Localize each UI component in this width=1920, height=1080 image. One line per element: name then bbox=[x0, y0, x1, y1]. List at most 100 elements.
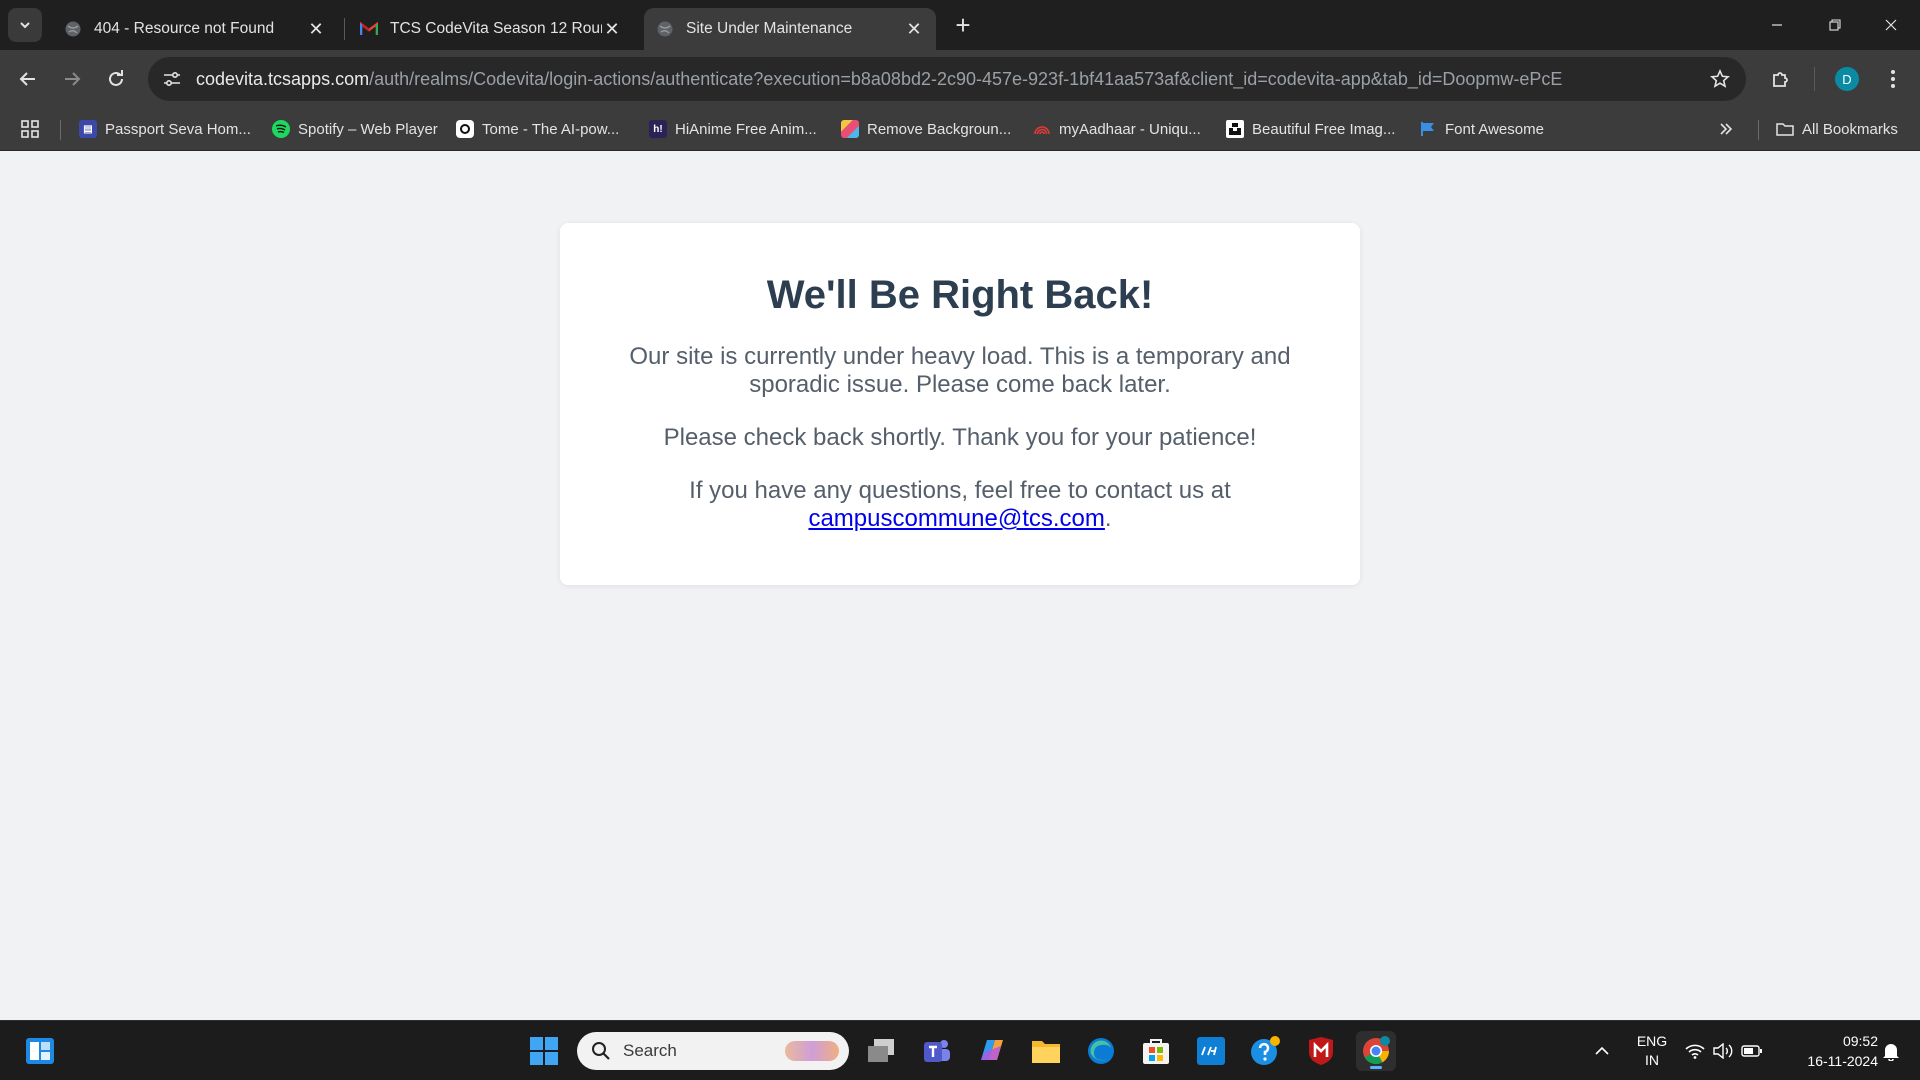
store-icon bbox=[1143, 1039, 1169, 1064]
bookmarks-divider bbox=[60, 120, 61, 140]
tome-icon bbox=[456, 120, 474, 138]
show-hidden-icons-button[interactable] bbox=[1590, 1021, 1614, 1080]
more-vertical-icon bbox=[1891, 70, 1895, 88]
puzzle-icon bbox=[1773, 72, 1788, 87]
tab-search-button[interactable] bbox=[8, 8, 42, 42]
url-text[interactable]: codevita.tcsapps.com/auth/realms/Codevit… bbox=[196, 57, 1562, 101]
reload-button[interactable] bbox=[96, 59, 136, 99]
teams-button[interactable] bbox=[916, 1031, 956, 1071]
bookmark-label: Font Awesome bbox=[1445, 120, 1544, 138]
bookmark-label: HiAnime Free Anim... bbox=[675, 120, 817, 138]
bookmark-tome[interactable]: Tome - The AI-pow... bbox=[456, 116, 619, 142]
bookmark-label: myAadhaar - Uniqu... bbox=[1059, 120, 1201, 138]
minimize-button[interactable] bbox=[1748, 0, 1806, 50]
tab-tcs-codevita[interactable]: TCS CodeVita Season 12 Round ✕ bbox=[348, 8, 634, 50]
maintenance-card: We'll Be Right Back! Our site is current… bbox=[560, 223, 1360, 585]
bookmark-font-awesome[interactable]: Font Awesome bbox=[1419, 116, 1544, 142]
input-language-button[interactable]: ENG IN bbox=[1630, 1021, 1674, 1080]
bookmark-passport-seva[interactable]: ▤ Passport Seva Hom... bbox=[79, 116, 251, 142]
chevron-up-icon bbox=[1595, 1046, 1609, 1055]
bookmark-star-icon[interactable] bbox=[1708, 67, 1732, 91]
windows-logo-icon bbox=[530, 1037, 558, 1065]
search-highlight-art bbox=[785, 1041, 839, 1061]
bookmark-myaadhaar[interactable]: myAadhaar - Uniqu... bbox=[1033, 116, 1201, 142]
bookmark-label: Passport Seva Hom... bbox=[105, 120, 251, 138]
myhp-button[interactable] bbox=[1191, 1031, 1231, 1071]
back-button[interactable] bbox=[8, 59, 48, 99]
edge-button[interactable] bbox=[1081, 1031, 1121, 1071]
file-explorer-button[interactable] bbox=[1026, 1031, 1066, 1071]
apps-grid-icon bbox=[21, 120, 39, 138]
task-view-button[interactable] bbox=[861, 1031, 901, 1071]
clock-date: 16-11-2024 bbox=[1807, 1053, 1878, 1069]
url-host: codevita.tcsapps.com bbox=[196, 69, 370, 89]
tab-close-icon[interactable]: ✕ bbox=[306, 19, 326, 39]
widgets-button[interactable] bbox=[20, 1031, 60, 1071]
bookmark-label: Beautiful Free Imag... bbox=[1252, 120, 1396, 138]
new-tab-button[interactable]: + bbox=[948, 10, 978, 40]
reload-icon bbox=[109, 70, 123, 86]
menu-button[interactable] bbox=[1873, 59, 1913, 99]
spotify-icon bbox=[272, 120, 290, 138]
copilot-button[interactable] bbox=[971, 1031, 1011, 1071]
toolbar-divider bbox=[1814, 67, 1815, 91]
flag-icon bbox=[1419, 120, 1437, 138]
folder-icon bbox=[1776, 120, 1794, 138]
region-code: IN bbox=[1645, 1052, 1659, 1068]
title-bar: 404 - Resource not Found ✕ TCS CodeVita … bbox=[0, 0, 1920, 50]
passport-icon: ▤ bbox=[79, 120, 97, 138]
forward-button[interactable] bbox=[52, 59, 92, 99]
notifications-button[interactable] bbox=[1874, 1021, 1908, 1080]
contact-suffix: . bbox=[1104, 505, 1112, 532]
tab-title: TCS CodeVita Season 12 Round bbox=[390, 20, 602, 37]
bookmark-spotify[interactable]: Spotify – Web Player bbox=[272, 116, 438, 142]
tab-title: 404 - Resource not Found bbox=[94, 20, 275, 37]
teams-icon bbox=[924, 1040, 950, 1062]
clock-time: 09:52 bbox=[1842, 1033, 1878, 1049]
clock-button[interactable]: 09:52 16-11-2024 bbox=[1774, 1021, 1878, 1080]
get-help-button[interactable] bbox=[1246, 1031, 1286, 1071]
all-bookmarks-button[interactable]: All Bookmarks bbox=[1776, 116, 1898, 142]
quick-settings-button[interactable] bbox=[1684, 1021, 1764, 1080]
restore-button[interactable] bbox=[1806, 0, 1864, 50]
apps-button[interactable] bbox=[20, 116, 40, 142]
active-indicator bbox=[1370, 1066, 1382, 1069]
start-button[interactable] bbox=[524, 1031, 564, 1071]
tab-site-under-maintenance[interactable]: Site Under Maintenance ✕ bbox=[644, 8, 936, 50]
help-icon bbox=[1251, 1036, 1280, 1065]
taskbar: Search ENG IN 09:52 16-11-2024 bbox=[0, 1020, 1920, 1080]
copilot-icon bbox=[981, 1040, 1003, 1060]
close-icon bbox=[1885, 19, 1897, 31]
hianime-icon: h! bbox=[649, 120, 667, 138]
contact-prefix: If you have any questions, feel free to … bbox=[689, 477, 1231, 504]
microsoft-store-button[interactable] bbox=[1136, 1031, 1176, 1071]
tab-close-icon[interactable]: ✕ bbox=[904, 19, 924, 39]
address-bar[interactable]: codevita.tcsapps.com/auth/realms/Codevit… bbox=[148, 57, 1746, 101]
globe-icon bbox=[656, 20, 674, 38]
bookmark-hianime[interactable]: h! HiAnime Free Anim... bbox=[649, 116, 817, 142]
myhp-icon bbox=[1197, 1037, 1225, 1065]
volume-icon bbox=[1713, 1043, 1733, 1059]
patience-message: Please check back shortly. Thank you for… bbox=[663, 424, 1257, 451]
tab-close-icon[interactable]: ✕ bbox=[602, 19, 622, 39]
edge-icon bbox=[1088, 1038, 1114, 1064]
mcafee-button[interactable] bbox=[1301, 1031, 1341, 1071]
site-info-icon[interactable] bbox=[158, 65, 186, 93]
profile-button[interactable]: D bbox=[1827, 59, 1867, 99]
taskbar-search[interactable]: Search bbox=[577, 1032, 849, 1070]
globe-icon bbox=[64, 20, 82, 38]
battery-icon bbox=[1741, 1045, 1762, 1057]
extensions-button[interactable] bbox=[1761, 59, 1801, 99]
arrow-left-icon bbox=[19, 72, 35, 86]
close-window-button[interactable] bbox=[1862, 0, 1920, 50]
chrome-button[interactable] bbox=[1356, 1031, 1396, 1071]
bookmark-remove-bg[interactable]: Remove Backgroun... bbox=[841, 116, 1011, 142]
tab-404-resource[interactable]: 404 - Resource not Found ✕ bbox=[52, 8, 338, 50]
bookmark-label: Spotify – Web Player bbox=[298, 120, 438, 138]
arrow-right-icon bbox=[65, 72, 81, 86]
bell-icon bbox=[1883, 1044, 1899, 1061]
task-view-icon bbox=[868, 1039, 894, 1062]
bookmarks-overflow-button[interactable] bbox=[1718, 116, 1734, 142]
bookmark-unsplash[interactable]: Beautiful Free Imag... bbox=[1226, 116, 1395, 142]
contact-email-link[interactable]: campuscommune@tcs.com bbox=[808, 505, 1104, 532]
